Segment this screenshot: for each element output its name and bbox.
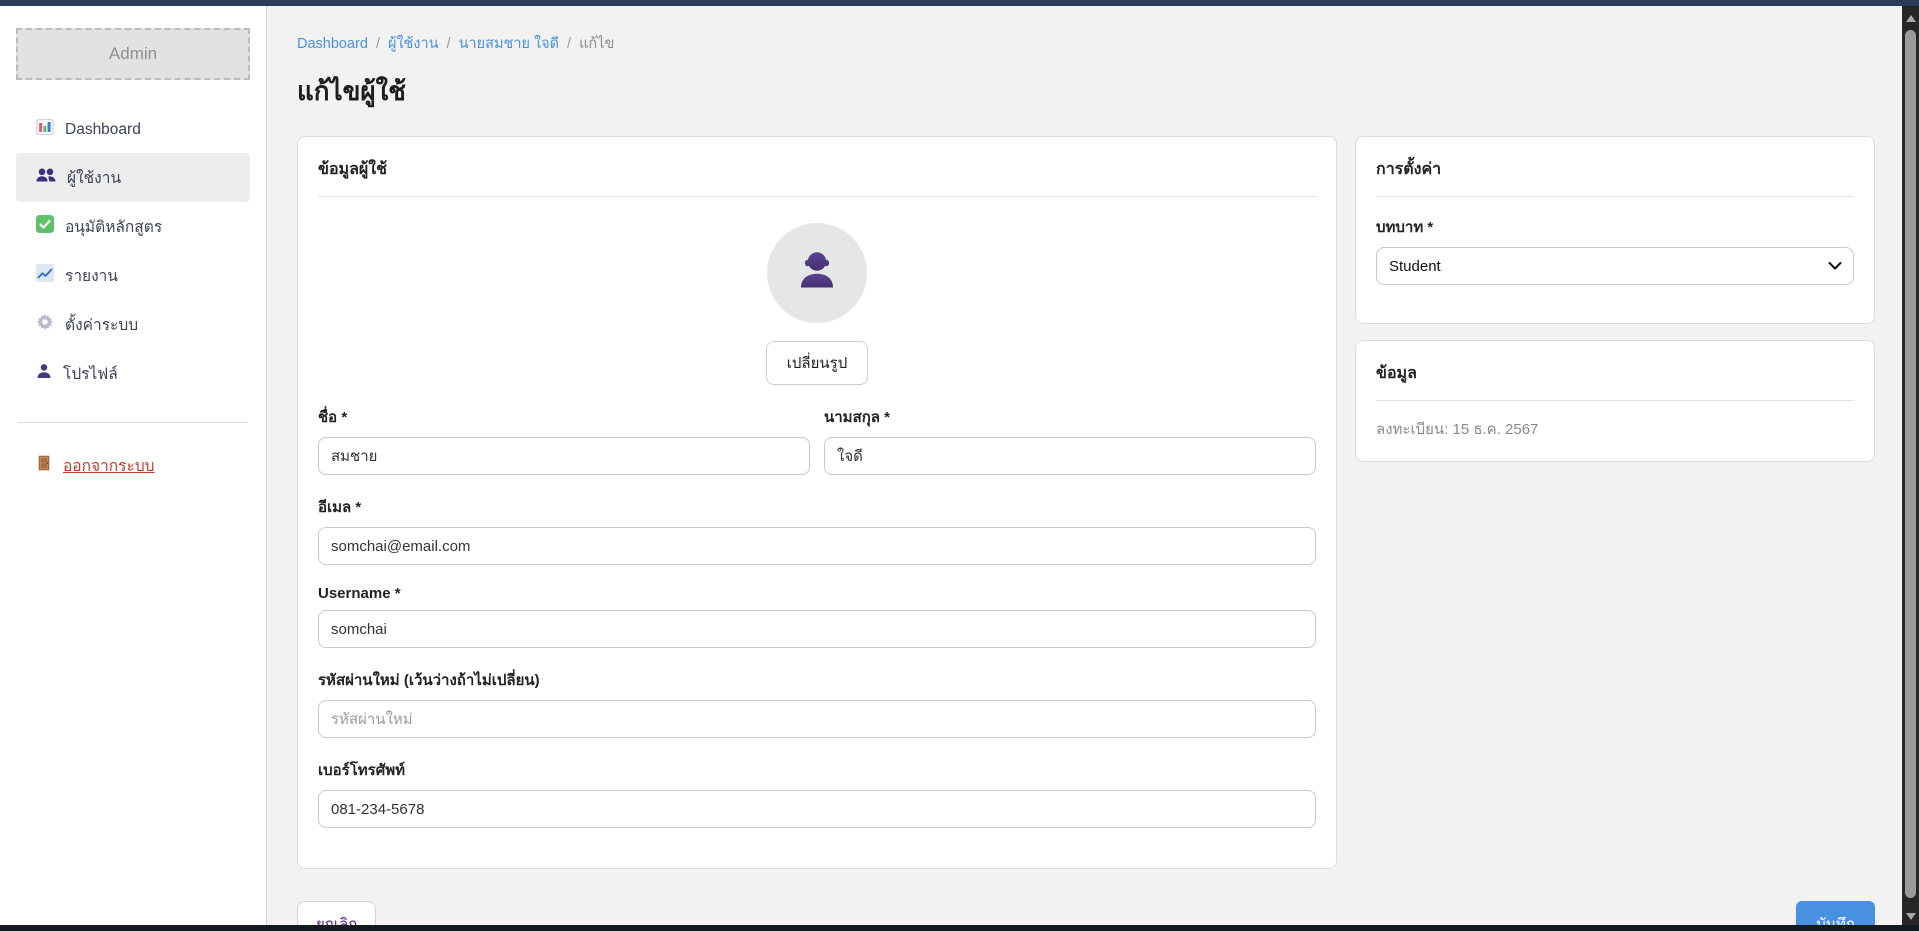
brand-logo-placeholder: Admin (16, 28, 250, 80)
email-label: อีเมล * (318, 495, 1316, 519)
avatar-person-icon (793, 247, 841, 300)
page-title: แก้ไขผู้ใช้ (297, 71, 1902, 112)
username-input[interactable] (318, 610, 1316, 648)
sidebar-item-label: รายงาน (65, 263, 118, 288)
info-card-title: ข้อมูล (1376, 361, 1854, 401)
sidebar: Admin Dashboard (0, 6, 267, 925)
change-photo-button[interactable]: เปลี่ยนรูป (766, 341, 868, 385)
bar-chart-icon (36, 118, 54, 141)
brand-label: Admin (109, 44, 157, 64)
trend-chart-icon (36, 264, 54, 287)
breadcrumb-link-user-name[interactable]: นายสมชาย ใจดี (459, 32, 559, 55)
first-name-input[interactable] (318, 437, 810, 475)
user-info-card-title: ข้อมูลผู้ใช้ (318, 157, 1316, 197)
sidebar-item-reports[interactable]: รายงาน (16, 251, 250, 300)
logout-link[interactable]: ออกจากระบบ (16, 441, 250, 490)
gear-icon (36, 313, 54, 336)
sidebar-item-profile[interactable]: โปรไฟล์ (16, 349, 250, 398)
cancel-button[interactable]: ยกเลิก (297, 901, 376, 925)
phone-input[interactable] (318, 790, 1316, 828)
person-icon (36, 363, 52, 384)
logout-label: ออกจากระบบ (63, 453, 155, 478)
cancel-button-label: ยกเลิก (316, 916, 357, 925)
bottom-accent-bar (0, 925, 1919, 931)
breadcrumb-separator: / (376, 36, 380, 52)
sidebar-item-label: ตั้งค่าระบบ (65, 312, 138, 337)
user-info-card: ข้อมูลผู้ใช้ (297, 136, 1337, 869)
save-button[interactable]: บันทึก (1796, 901, 1875, 925)
settings-card-title: การตั้งค่า (1376, 157, 1854, 197)
sidebar-item-approve-courses[interactable]: อนุมัติหลักสูตร (16, 202, 250, 251)
breadcrumb: Dashboard / ผู้ใช้งาน / นายสมชาย ใจดี / … (297, 32, 1902, 55)
door-icon (36, 455, 52, 476)
sidebar-item-label: โปรไฟล์ (63, 361, 118, 386)
first-name-label: ชื่อ * (318, 405, 810, 429)
scroll-down-arrow-icon[interactable] (1906, 913, 1916, 920)
users-icon (36, 167, 56, 188)
breadcrumb-link-users[interactable]: ผู้ใช้งาน (388, 32, 439, 55)
breadcrumb-current: แก้ไข (579, 32, 614, 55)
settings-card: การตั้งค่า บทบาท * Student (1355, 136, 1875, 324)
breadcrumb-link-dashboard[interactable]: Dashboard (297, 36, 368, 52)
phone-label: เบอร์โทรศัพท์ (318, 758, 1316, 782)
scrollbar-track[interactable] (1902, 6, 1919, 925)
breadcrumb-separator: / (567, 36, 571, 52)
info-card: ข้อมูล ลงทะเบียน: 15 ธ.ค. 2567 (1355, 340, 1875, 462)
sidebar-item-system-settings[interactable]: ตั้งค่าระบบ (16, 300, 250, 349)
check-icon (36, 215, 54, 238)
role-select[interactable]: Student (1376, 247, 1854, 285)
last-name-input[interactable] (824, 437, 1316, 475)
breadcrumb-separator: / (447, 36, 451, 52)
new-password-input[interactable] (318, 700, 1316, 738)
email-input[interactable] (318, 527, 1316, 565)
sidebar-item-label: ผู้ใช้งาน (67, 165, 121, 190)
last-name-label: นามสกุล * (824, 405, 1316, 429)
main-content: Dashboard / ผู้ใช้งาน / นายสมชาย ใจดี / … (267, 6, 1902, 925)
registered-date-text: ลงทะเบียน: 15 ธ.ค. 2567 (1376, 417, 1854, 441)
sidebar-nav: Dashboard ผู้ใช้งาน (0, 106, 266, 398)
sidebar-item-users[interactable]: ผู้ใช้งาน (16, 153, 250, 202)
role-label: บทบาท * (1376, 215, 1854, 239)
avatar (767, 223, 867, 323)
sidebar-divider (18, 422, 248, 423)
new-password-label: รหัสผ่านใหม่ (เว้นว่างถ้าไม่เปลี่ยน) (318, 668, 1316, 692)
sidebar-item-label: อนุมัติหลักสูตร (65, 214, 162, 239)
sidebar-item-label: Dashboard (65, 121, 141, 139)
username-label: Username * (318, 585, 1316, 602)
scrollbar-thumb[interactable] (1905, 30, 1916, 898)
sidebar-item-dashboard[interactable]: Dashboard (16, 106, 250, 153)
scroll-up-arrow-icon[interactable] (1906, 15, 1916, 22)
